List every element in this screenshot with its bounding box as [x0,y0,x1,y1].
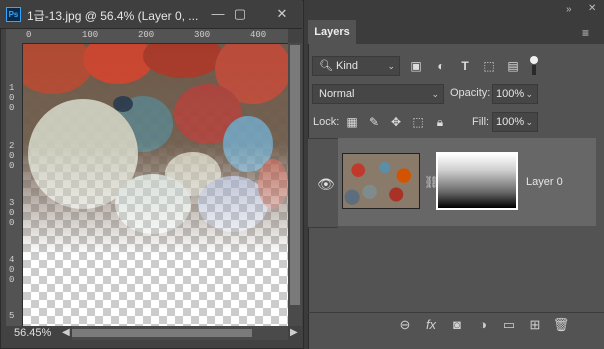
opacity-label: Opacity: [450,87,491,99]
fill-label: Fill: [472,116,490,128]
horizontal-scroll-thumb[interactable] [72,329,252,337]
close-panel-icon[interactable]: ✕ [588,3,596,14]
ruler-tick-label: 0 [26,30,32,40]
add-mask-icon[interactable]: ◙ [448,316,466,334]
minimize-button[interactable]: — [206,5,230,23]
blend-mode-dropdown[interactable]: Normal ⌄ [312,84,444,104]
ruler-origin[interactable] [6,29,23,44]
tab-layers[interactable]: Layers [308,20,356,44]
scroll-right-arrow-icon[interactable]: ▶ [290,327,298,338]
lock-label: Lock: [313,116,340,128]
chevron-down-icon: ⌄ [525,117,533,127]
ruler-tick-label: 400 [250,30,267,40]
new-layer-icon[interactable]: ⊞ [526,316,544,334]
toggle-knob-icon [530,56,538,64]
vertical-scroll-thumb[interactable] [290,45,300,305]
fill-field[interactable]: 100% ⌄ [492,112,538,132]
adjustment-layer-icon[interactable]: ◑ [474,316,492,334]
ruler-tick-label: 4 0 0 [9,255,15,285]
layer-mask-thumbnail[interactable] [436,152,518,210]
vertical-ruler[interactable]: 1 0 0 2 0 0 3 0 0 4 0 0 5 [6,43,23,326]
restore-button[interactable]: ▢ [228,5,252,23]
panel-header: » ✕ [308,0,604,20]
filter-toggle-switch[interactable] [529,56,539,76]
eye-visibility-icon[interactable]: 👁︎ [317,176,335,193]
lock-image-pixels-icon[interactable]: ✎ [366,114,382,130]
fill-value: 100% [496,116,525,128]
layer-thumbnail[interactable] [342,153,420,209]
shape-layer-filter-icon[interactable]: ⬚ [481,58,497,74]
document-title[interactable]: 1급-13.jpg @ 56.4% (Layer 0, ... [27,7,198,24]
ruler-tick-label: 300 [194,30,211,40]
toggle-track [532,65,536,75]
panel-tab-strip [356,20,604,44]
panel-menu-icon[interactable]: ≡ [582,26,589,40]
search-icon: 🔍︎ [319,60,333,72]
ruler-tick-label: 100 [82,30,99,40]
lock-position-icon[interactable]: ✥ [388,114,404,130]
document-canvas[interactable] [23,44,288,326]
lock-all-icon[interactable]: 🔒︎ [432,114,448,130]
ruler-tick-label: 1 0 0 [9,83,15,113]
ruler-tick-label: 5 [9,311,15,321]
chevron-down-icon: ⌄ [525,89,533,99]
filter-kind-label: Kind [336,60,359,72]
zoom-level[interactable]: 56.45% [14,327,51,339]
link-layers-icon[interactable]: ⊖ [396,316,414,334]
type-layer-filter-icon[interactable]: T [457,58,473,74]
new-group-icon[interactable]: ▭ [500,316,518,334]
ruler-tick-label: 200 [138,30,155,40]
filter-kind-dropdown[interactable]: 🔍︎ Kind ⌄ [312,56,400,76]
adjustment-layer-filter-icon[interactable]: ◐ [433,58,449,74]
collapse-panel-icon[interactable]: » [566,4,572,15]
trash-icon[interactable]: 🗑︎ [552,316,570,334]
horizontal-ruler[interactable]: 0 100 200 300 400 [22,29,288,44]
lock-transparent-pixels-icon[interactable]: ▦ [344,114,360,130]
stone-image-layer [23,44,288,326]
smart-object-filter-icon[interactable]: ▤ [505,58,521,74]
fx-layer-style-icon[interactable]: fx [422,316,440,334]
photoshop-app-icon: Ps [6,7,21,22]
opacity-field[interactable]: 100% ⌄ [492,84,538,104]
pixel-layer-filter-icon[interactable]: ▣ [408,58,424,74]
layer-name[interactable]: Layer 0 [526,176,563,188]
close-button[interactable]: ✕ [270,5,294,23]
opacity-value: 100% [496,88,525,100]
blend-mode-value: Normal [319,88,355,100]
scroll-left-arrow-icon[interactable]: ◀ [62,327,70,338]
chevron-down-icon: ⌄ [431,89,439,99]
ruler-tick-label: 3 0 0 [9,198,15,228]
panel-bottom-divider [308,312,604,313]
prevent-autonest-icon[interactable]: ⬚ [410,114,426,130]
ruler-tick-label: 2 0 0 [9,141,15,171]
chevron-down-icon: ⌄ [387,61,395,71]
